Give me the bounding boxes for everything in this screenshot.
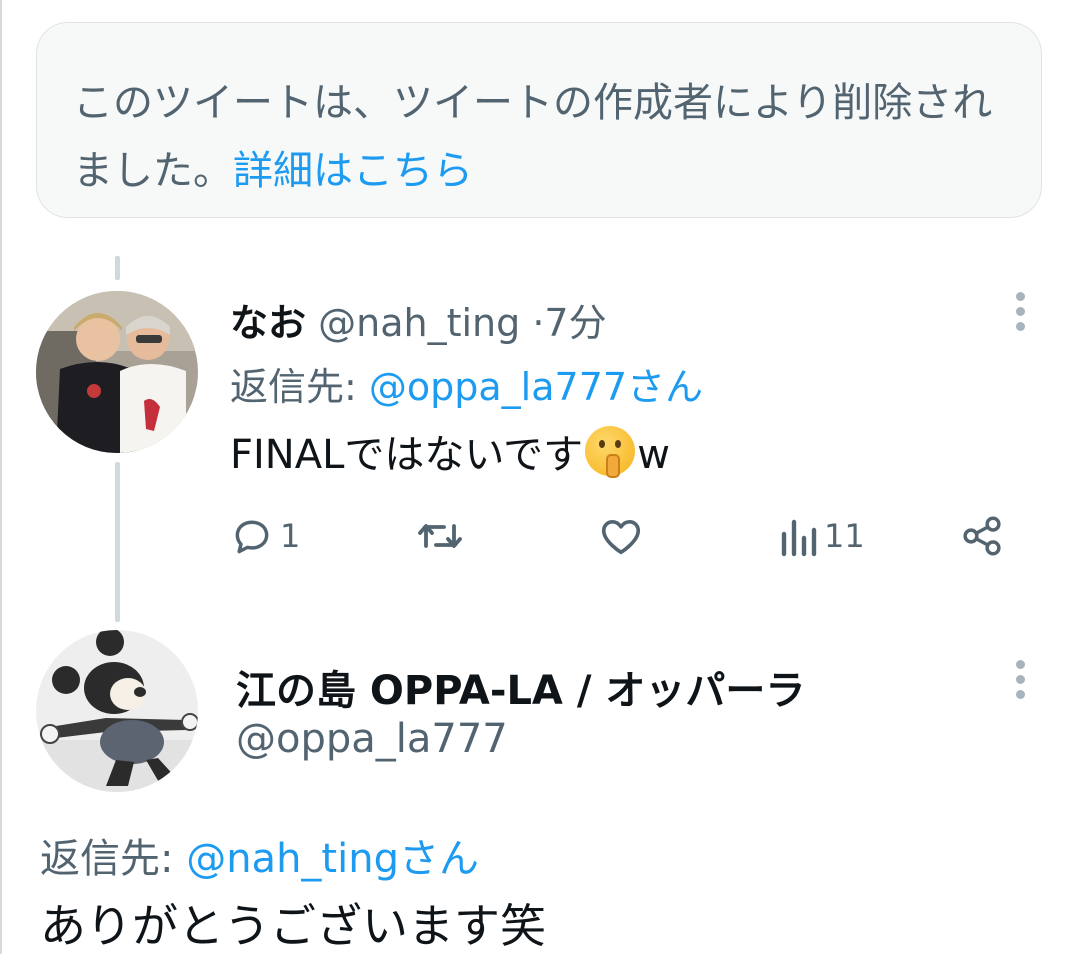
retweet-icon [418,524,462,548]
avatar-mickey-icon [36,630,198,792]
tweet-text: ありがとうございます笑 [40,899,546,953]
avatar[interactable] [36,630,198,792]
separator-dot: · [532,301,545,345]
tweet-header: 江の島 OPPA-LA / オッパーラ [236,658,805,716]
reply-to-mention[interactable]: @nah_tingさん [186,836,479,882]
reply-to-label: 返信先: [40,836,187,882]
tweet-text: FINALではないです w [230,422,670,480]
display-name[interactable]: 江の島 OPPA-LA / オッパーラ [236,668,805,714]
shushing-face-icon [585,426,636,478]
display-name[interactable]: なお [230,301,306,345]
tweet-text-suffix: w [637,432,670,478]
thread-line-top [115,256,120,280]
reply-button[interactable]: 1 [230,508,300,564]
deleted-tweet-notice: このツイートは、ツイートの作成者により削除されました。詳細はこちら [36,22,1042,218]
share-icon [963,516,1001,556]
views-button[interactable]: 11 [778,508,865,564]
reply-count: 1 [280,517,301,555]
reply-to-mention[interactable]: @oppa_la777さん [369,365,703,409]
left-border [0,0,2,954]
reply-to-label: 返信先: [230,365,369,409]
user-handle[interactable]: @oppa_la777 [236,716,508,762]
like-button[interactable] [598,508,650,564]
views-icon [781,519,817,557]
avatar[interactable] [36,291,198,453]
learn-more-link[interactable]: 詳細はこちら [233,148,473,194]
thread-line-middle [115,462,120,622]
handle-row: @oppa_la777 [236,716,508,762]
more-options-icon[interactable] [1014,292,1026,337]
user-handle[interactable]: @nah_ting [318,301,520,345]
more-options-icon[interactable] [1014,660,1026,705]
tweet-header: なお @nah_ting ·7分 [230,292,607,347]
heart-icon [601,519,641,555]
share-button[interactable] [960,508,1004,564]
tweet-actions: 1 11 [230,508,1010,564]
views-count: 11 [824,517,865,555]
tweet-text-main: FINALではないです [230,432,584,478]
reply-to-line: 返信先: @nah_tingさん [40,826,479,884]
reply-icon [235,520,269,554]
timestamp[interactable]: 7分 [544,301,606,345]
retweet-button[interactable] [416,508,470,564]
reply-to-line: 返信先: @oppa_la777さん [230,356,703,411]
deleted-notice-text: このツイートは、ツイートの作成者により削除されました。 [73,80,993,194]
avatar-photo-icon [36,291,198,453]
